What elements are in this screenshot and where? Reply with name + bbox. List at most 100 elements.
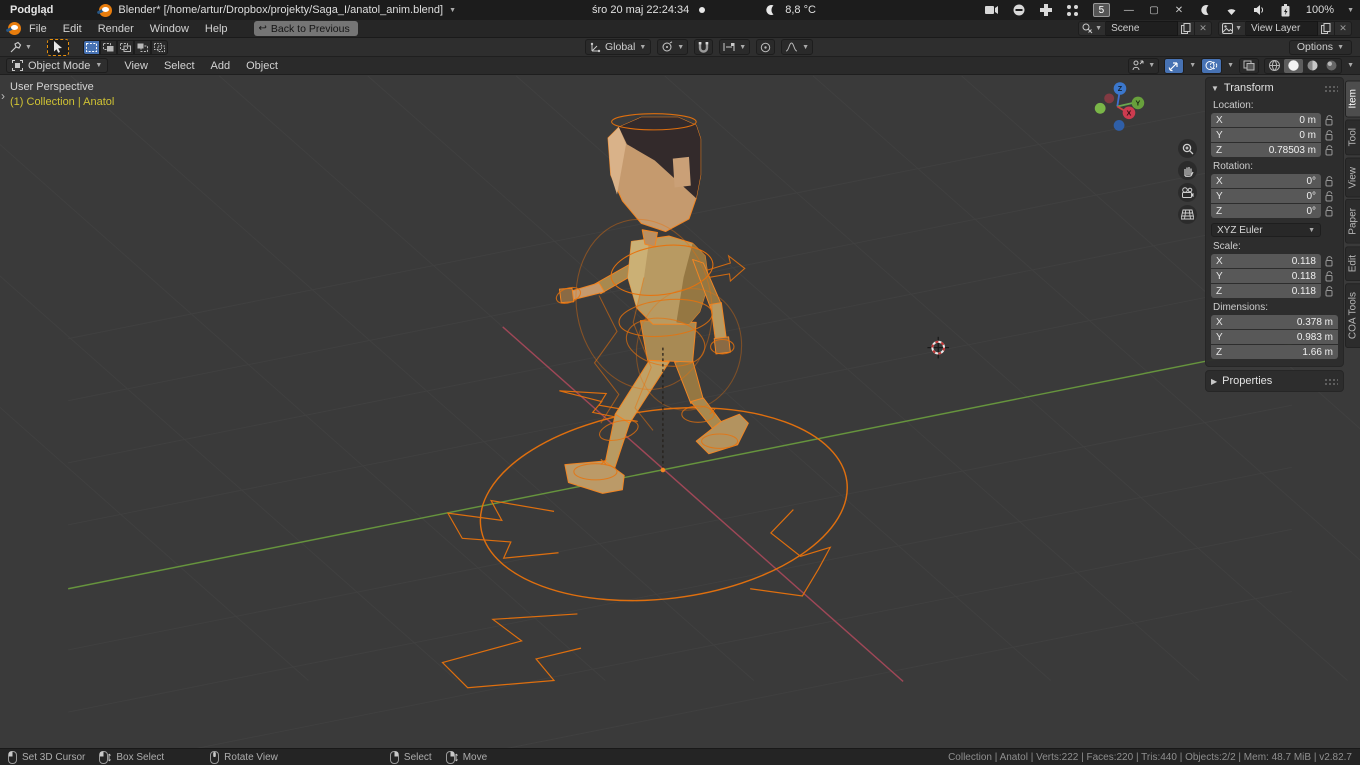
gizmo-neg-z-ball[interactable]	[1114, 120, 1125, 131]
view-layer-name-field[interactable]: View Layer	[1246, 21, 1318, 36]
back-to-previous-button[interactable]: ↩ Back to Previous	[254, 21, 358, 36]
active-tool-tab-button[interactable]: ▼	[6, 40, 35, 55]
rotation-mode-dropdown[interactable]: XYZ Euler ▼	[1211, 223, 1321, 237]
scene-browse-button[interactable]: ▼	[1078, 21, 1106, 36]
menu-window[interactable]: Window	[142, 20, 197, 38]
snap-target-dropdown[interactable]: ▼	[719, 39, 750, 55]
gizmos-toggle-button[interactable]	[1164, 58, 1184, 74]
rotation-x-field[interactable]: X0°	[1211, 174, 1321, 188]
lock-icon[interactable]	[1321, 115, 1338, 126]
tab-coa-tools[interactable]: COA Tools	[1345, 283, 1360, 348]
pan-button[interactable]	[1178, 161, 1197, 180]
lock-icon[interactable]	[1321, 271, 1338, 282]
lock-icon[interactable]	[1321, 145, 1338, 156]
rotation-z-field[interactable]: Z0°	[1211, 204, 1321, 218]
select-mode-set-button[interactable]	[83, 40, 100, 55]
tab-view[interactable]: View	[1345, 158, 1360, 198]
wifi-icon[interactable]	[1225, 3, 1239, 17]
tab-paper[interactable]: Paper	[1345, 199, 1360, 244]
night-light-icon[interactable]	[1198, 3, 1212, 17]
volume-icon[interactable]	[1252, 3, 1266, 17]
rotation-y-field[interactable]: Y0°	[1211, 189, 1321, 203]
zoom-button[interactable]	[1178, 139, 1197, 158]
menu-render[interactable]: Render	[90, 20, 142, 38]
select-mode-extend-button[interactable]	[100, 40, 117, 55]
workspaces-icon[interactable]	[1066, 3, 1080, 17]
tab-edit[interactable]: Edit	[1345, 246, 1360, 281]
battery-icon[interactable]	[1279, 3, 1293, 17]
xray-toggle-button[interactable]	[1239, 58, 1259, 74]
lock-icon[interactable]	[1321, 286, 1338, 297]
scene-name-field[interactable]: Scene	[1106, 21, 1178, 36]
location-x-field[interactable]: X0 m	[1211, 113, 1321, 127]
pivot-point-dropdown[interactable]: ▼	[657, 39, 688, 55]
tab-item[interactable]: Item	[1345, 80, 1360, 117]
vp-menu-view[interactable]: View	[116, 57, 156, 75]
show-gizmo-dropdown[interactable]: ▼	[1128, 58, 1159, 74]
select-mode-subtract-button[interactable]	[117, 40, 134, 55]
os-window-title-button[interactable]: Blender* [/home/artur/Dropbox/projekty/S…	[99, 4, 456, 17]
panel-grip-icon[interactable]	[1324, 378, 1338, 385]
lock-icon[interactable]	[1321, 191, 1338, 202]
dimensions-x-field[interactable]: X0.378 m	[1211, 315, 1338, 329]
toolbar-expand-arrow[interactable]: ›	[1, 89, 5, 103]
chevron-down-icon[interactable]: ▼	[1189, 62, 1196, 69]
window-maximize-button[interactable]: ▢	[1148, 5, 1160, 16]
navigation-gizmo[interactable]: Z Y X	[1095, 82, 1144, 131]
chevron-down-icon[interactable]: ▼	[1347, 7, 1354, 14]
transform-panel-header[interactable]: ▼ Transform	[1211, 80, 1338, 96]
camera-view-button[interactable]	[1178, 183, 1197, 202]
location-z-field[interactable]: Z0.78503 m	[1211, 143, 1321, 157]
orientation-dropdown[interactable]: Global ▼	[585, 39, 651, 55]
scene-unlink-button[interactable]: ✕	[1195, 21, 1212, 36]
active-tool-tweak-button[interactable]	[47, 39, 69, 56]
os-clock-area[interactable]: śro 20 maj 22:24:34 8,8 °C	[592, 0, 816, 20]
shading-wireframe-button[interactable]	[1265, 59, 1284, 73]
tab-tool[interactable]: Tool	[1345, 119, 1360, 155]
chevron-down-icon[interactable]: ▼	[1347, 62, 1354, 69]
options-dropdown[interactable]: Options ▼	[1289, 40, 1352, 55]
rig-root-control[interactable]	[442, 388, 858, 688]
character-anatol[interactable]	[559, 117, 748, 493]
vp-menu-object[interactable]: Object	[238, 57, 286, 75]
os-app-menu[interactable]: Podgląd	[10, 4, 53, 16]
lock-icon[interactable]	[1321, 256, 1338, 267]
menu-edit[interactable]: Edit	[55, 20, 90, 38]
gizmo-neg-x-ball[interactable]	[1104, 93, 1114, 103]
overlays-toggle-button[interactable]	[1201, 58, 1222, 74]
lock-icon[interactable]	[1321, 206, 1338, 217]
properties-panel-header[interactable]: ▶ Properties	[1211, 373, 1338, 389]
toggle-perspective-button[interactable]	[1178, 205, 1197, 224]
lock-icon[interactable]	[1321, 176, 1338, 187]
workspace-number-badge[interactable]: 5	[1093, 3, 1110, 17]
select-mode-invert-button[interactable]	[134, 40, 151, 55]
health-extension-icon[interactable]	[1039, 3, 1053, 17]
mode-dropdown[interactable]: Object Mode ▼	[6, 58, 108, 73]
view-layer-browse-button[interactable]: ▼	[1218, 21, 1246, 36]
snap-toggle-button[interactable]	[694, 39, 713, 55]
gizmo-neg-y-ball[interactable]	[1095, 103, 1106, 114]
chevron-down-icon[interactable]: ▼	[1227, 62, 1234, 69]
falloff-dropdown[interactable]: ▼	[781, 39, 813, 55]
lock-icon[interactable]	[1321, 130, 1338, 141]
shading-solid-button[interactable]	[1284, 59, 1303, 73]
proportional-edit-button[interactable]	[756, 39, 775, 55]
dimensions-y-field[interactable]: Y0.983 m	[1211, 330, 1338, 344]
scale-x-field[interactable]: X0.118	[1211, 254, 1321, 268]
viewport-3d[interactable]: Z Y X User Perspective (1) Collection | …	[0, 75, 1360, 748]
shading-rendered-button[interactable]	[1322, 59, 1341, 73]
menu-file[interactable]: File	[21, 20, 55, 38]
do-not-disturb-icon[interactable]	[1012, 3, 1026, 17]
location-y-field[interactable]: Y0 m	[1211, 128, 1321, 142]
scale-y-field[interactable]: Y0.118	[1211, 269, 1321, 283]
vp-menu-select[interactable]: Select	[156, 57, 203, 75]
menu-help[interactable]: Help	[197, 20, 236, 38]
shading-material-button[interactable]	[1303, 59, 1322, 73]
screencast-icon[interactable]	[985, 3, 999, 17]
scale-z-field[interactable]: Z0.118	[1211, 284, 1321, 298]
blender-menu-icon[interactable]	[8, 22, 21, 35]
panel-grip-icon[interactable]	[1324, 85, 1338, 92]
view-layer-remove-button[interactable]: ✕	[1335, 21, 1352, 36]
vp-menu-add[interactable]: Add	[203, 57, 239, 75]
select-mode-intersect-button[interactable]	[151, 40, 168, 55]
